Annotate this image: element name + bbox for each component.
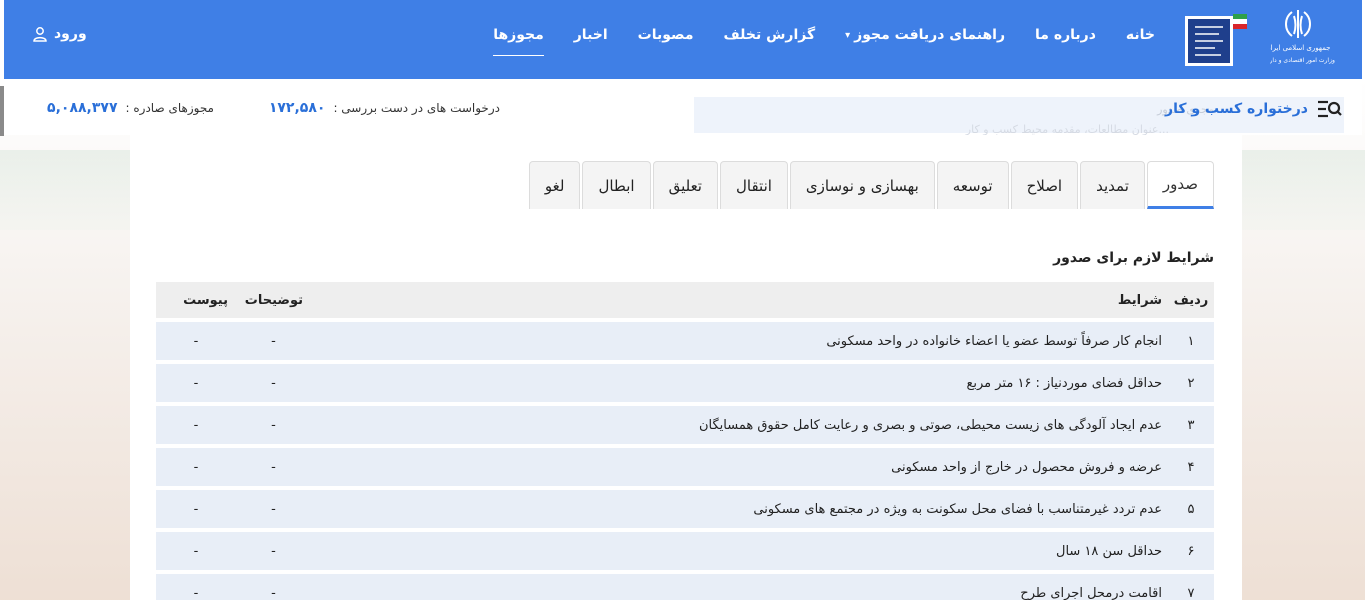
row-condition: حداقل سن ۱۸ سال	[1056, 543, 1162, 559]
row-index: ۶	[1187, 543, 1195, 559]
tab-invalidation[interactable]: ابطال	[582, 161, 651, 209]
table-row: ۷ اقامت درمحل اجرای طرح - -	[156, 574, 1214, 600]
business-tree-link[interactable]: درختواره کسب و کار	[1165, 98, 1342, 120]
nav-report-violation[interactable]: گزارش تخلف	[709, 0, 831, 70]
table-row: ۴ عرضه و فروش محصول در خارج از واحد مسکو…	[156, 448, 1214, 486]
nav-news[interactable]: اخبار	[559, 0, 623, 70]
row-description: -	[271, 333, 276, 349]
stats-bar: مجری صدور ...عنوان مطالعات، مقدمه محیط ک…	[4, 79, 1362, 136]
row-attachment: -	[193, 585, 199, 600]
table-row: ۳ عدم ایجاد آلودگی های زیست محیطی، صوتی …	[156, 406, 1214, 444]
table-row: ۶ حداقل سن ۱۸ سال - -	[156, 532, 1214, 570]
pending-requests-value: ۱۷۲,۵۸۰	[268, 100, 326, 116]
row-description: -	[271, 459, 276, 475]
header-attachment: پیوست	[183, 292, 228, 308]
tab-transfer[interactable]: انتقال	[719, 161, 788, 209]
table-row: ۱ انجام کار صرفاً توسط عضو یا اعضاء خانو…	[156, 322, 1214, 360]
government-emblem-logo[interactable]: جمهوری اسلامی ایران وزارت امور اقتصادی و…	[1261, 8, 1342, 70]
ministry-logo[interactable]	[1183, 12, 1249, 68]
issued-licenses-stat: مجوزهای صادره : ۵,۰۸۸,۳۷۷	[47, 100, 214, 116]
pending-requests-stat: درخواست های در دست بررسی : ۱۷۲,۵۸۰	[269, 100, 500, 116]
business-tree-title: درختواره کسب و کار	[1165, 101, 1308, 117]
row-description: -	[271, 543, 276, 559]
user-icon	[33, 27, 47, 42]
row-index: ۱	[1187, 333, 1195, 349]
license-stage-tabs: صدور تمدید اصلاح توسعه بهسازی و نوسازی ا…	[527, 161, 1214, 209]
row-attachment: -	[193, 417, 199, 433]
tab-suspension[interactable]: تعلیق	[652, 161, 718, 209]
nav-about[interactable]: درباره ما	[1020, 0, 1111, 70]
tab-issuance[interactable]: صدور	[1146, 161, 1214, 209]
tab-renovation[interactable]: بهسازی و نوسازی	[789, 161, 935, 209]
search-list-icon	[1318, 100, 1342, 118]
tab-amendment[interactable]: اصلاح	[1010, 161, 1079, 209]
row-condition: عرضه و فروش محصول در خارج از واحد مسکونی	[891, 459, 1162, 475]
nav-licenses[interactable]: مجوزها	[478, 0, 559, 70]
nav-resolutions[interactable]: مصوبات	[623, 0, 709, 70]
conditions-table: ردیف شرایط توضیحات پیوست ۱ انجام کار صرف…	[156, 278, 1214, 600]
pending-requests-label: درخواست های در دست بررسی :	[333, 101, 500, 115]
chevron-down-icon: ▾	[845, 29, 851, 41]
row-attachment: -	[193, 375, 199, 391]
row-index: ۳	[1187, 417, 1195, 433]
login-label: ورود	[54, 26, 87, 42]
row-attachment: -	[193, 501, 199, 517]
table-header-row: ردیف شرایط توضیحات پیوست	[156, 282, 1214, 318]
svg-text:وزارت امور اقتصادی و دارایی: وزارت امور اقتصادی و دارایی	[1270, 57, 1335, 64]
row-description: -	[271, 417, 276, 433]
tab-renewal[interactable]: تمدید	[1080, 161, 1145, 209]
table-row: ۲ حداقل فضای موردنیاز : ۱۶ متر مربع - -	[156, 364, 1214, 402]
header-condition: شرایط	[1117, 292, 1162, 308]
svg-text:جمهوری اسلامی ایران: جمهوری اسلامی ایران	[1270, 44, 1330, 52]
row-condition: عدم ایجاد آلودگی های زیست محیطی، صوتی و …	[698, 417, 1162, 433]
row-attachment: -	[193, 333, 199, 349]
issued-licenses-label: مجوزهای صادره :	[125, 101, 215, 115]
tab-cancellation[interactable]: لغو	[528, 161, 581, 209]
top-header: جمهوری اسلامی ایران وزارت امور اقتصادی و…	[4, 0, 1362, 79]
row-condition: حداقل فضای موردنیاز : ۱۶ متر مربع	[966, 375, 1162, 391]
row-index: ۷	[1187, 585, 1195, 600]
issued-licenses-value: ۵,۰۸۸,۳۷۷	[47, 100, 118, 116]
row-index: ۲	[1187, 375, 1195, 391]
table-row: ۵ عدم تردد غیرمتناسب با فضای محل سکونت ب…	[156, 490, 1214, 528]
row-condition: عدم تردد غیرمتناسب با فضای محل سکونت به …	[753, 501, 1162, 517]
row-attachment: -	[193, 543, 199, 559]
row-attachment: -	[193, 459, 199, 475]
main-navigation: خانه درباره ما راهنمای دریافت مجوز ▾ گزار…	[478, 0, 1170, 70]
row-condition: اقامت درمحل اجرای طرح	[1020, 585, 1162, 600]
row-index: ۴	[1187, 459, 1195, 475]
row-condition: انجام کار صرفاً توسط عضو یا اعضاء خانواد…	[826, 333, 1162, 349]
license-details-card: صدور تمدید اصلاح توسعه بهسازی و نوسازی ا…	[130, 135, 1242, 600]
row-index: ۵	[1187, 501, 1195, 517]
header-description: توضیحات	[244, 292, 303, 308]
nav-home[interactable]: خانه	[1111, 0, 1170, 70]
row-description: -	[271, 501, 276, 517]
section-title: شرایط لازم برای صدور	[1053, 250, 1214, 266]
header-index: ردیف	[1173, 292, 1209, 308]
nav-license-guide[interactable]: راهنمای دریافت مجوز ▾	[830, 0, 1020, 70]
tab-expansion[interactable]: توسعه	[936, 161, 1009, 209]
row-description: -	[271, 585, 276, 600]
login-button[interactable]: ورود	[32, 26, 87, 42]
row-description: -	[271, 375, 276, 391]
